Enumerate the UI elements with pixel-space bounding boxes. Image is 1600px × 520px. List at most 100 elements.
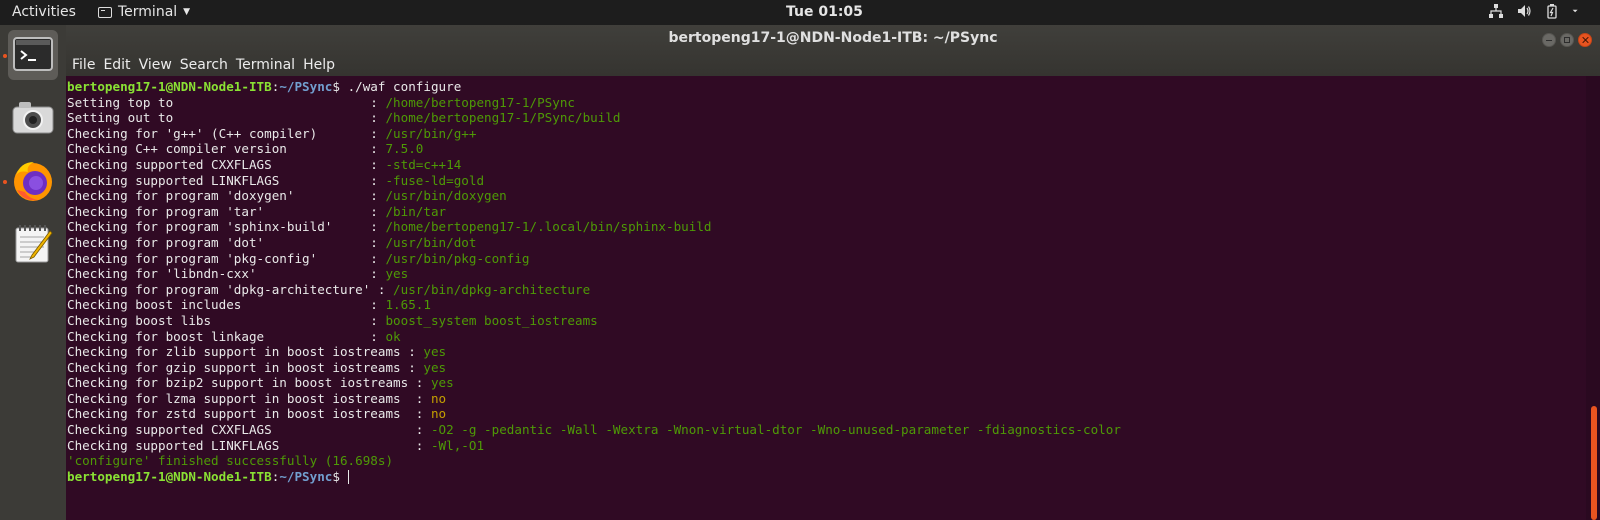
terminal-output[interactable]: bertopeng17-1@NDN-Node1-ITB:~/PSync$ ./w… <box>66 76 1586 520</box>
terminal-scrollbar[interactable] <box>1586 76 1600 520</box>
output-label: Checking for program 'dot' : <box>67 234 386 250</box>
output-lines: Setting top to : /home/bertopeng17-1/PSy… <box>67 95 1586 469</box>
output-line: Checking for boost linkage : ok <box>67 329 1586 345</box>
output-value: /usr/bin/g++ <box>385 125 477 141</box>
output-value: no <box>430 406 447 422</box>
output-value: /home/bertopeng17-1/PSync <box>385 94 576 110</box>
menu-bar: File Edit View Search Terminal Help <box>72 57 343 73</box>
output-label: Checking for boost linkage : <box>67 328 386 344</box>
close-button[interactable] <box>1578 33 1592 47</box>
output-label: Checking for program 'doxygen' : <box>67 188 386 204</box>
output-line: Checking for zstd support in boost iostr… <box>67 406 1586 422</box>
output-line: Checking for program 'doxygen' : /usr/bi… <box>67 188 1586 204</box>
firefox-icon <box>14 162 52 201</box>
output-line: Checking for 'g++' (C++ compiler) : /usr… <box>67 126 1586 142</box>
output-line: Checking for program 'dpkg-architecture'… <box>67 282 1586 298</box>
text-editor-icon <box>15 225 53 263</box>
output-label: Checking for program 'dpkg-architecture'… <box>67 281 394 297</box>
menu-view[interactable]: View <box>139 57 179 73</box>
dock-item-text-editor[interactable] <box>8 219 58 269</box>
prompt-user: bertopeng17-1@NDN-Node1-ITB <box>67 468 272 484</box>
output-line: Checking supported CXXFLAGS : -O2 -g -pe… <box>67 422 1586 438</box>
dock-item-screenshot[interactable] <box>8 93 58 143</box>
output-label: Checking for zstd support in boost iostr… <box>67 406 431 422</box>
output-value: yes <box>385 266 409 282</box>
output-line: Setting top to : /home/bertopeng17-1/PSy… <box>67 95 1586 111</box>
output-value: -std=c++14 <box>385 156 462 172</box>
prompt-line[interactable]: bertopeng17-1@NDN-Node1-ITB:~/PSync$ <box>67 469 1586 485</box>
output-label: Checking for lzma support in boost iostr… <box>67 390 431 406</box>
output-line: Checking supported LINKFLAGS : -Wl,-O1 <box>67 438 1586 454</box>
output-label: Checking for zlib support in boost iostr… <box>67 344 424 360</box>
output-value: yes <box>423 359 447 375</box>
app-menu[interactable]: Terminal ▼ <box>98 4 190 20</box>
output-value: ok <box>385 328 401 344</box>
output-label: Checking for gzip support in boost iostr… <box>67 359 424 375</box>
output-value: 7.5.0 <box>385 141 424 157</box>
output-label: Checking supported LINKFLAGS : <box>67 172 386 188</box>
system-tray[interactable] <box>1488 3 1582 19</box>
window-title: bertopeng17-1@NDN-Node1-ITB: ~/PSync <box>668 30 998 46</box>
window-header: bertopeng17-1@NDN-Node1-ITB: ~/PSync Fil… <box>66 25 1600 76</box>
window-controls <box>1542 33 1592 47</box>
dock-item-terminal[interactable] <box>8 30 58 80</box>
output-line: Setting out to : /home/bertopeng17-1/PSy… <box>67 110 1586 126</box>
text-cursor <box>347 470 349 485</box>
scrollbar-thumb[interactable] <box>1591 406 1597 520</box>
dock-item-firefox[interactable] <box>8 156 58 206</box>
output-line: Checking C++ compiler version : 7.5.0 <box>67 141 1586 157</box>
terminal-icon <box>13 37 53 71</box>
menu-search[interactable]: Search <box>180 57 235 73</box>
minimize-button[interactable] <box>1542 33 1556 47</box>
output-line: Checking for lzma support in boost iostr… <box>67 391 1586 407</box>
menu-terminal[interactable]: Terminal <box>236 57 302 73</box>
command-line: bertopeng17-1@NDN-Node1-ITB:~/PSync$ ./w… <box>67 79 1586 95</box>
output-value: boost_system boost_iostreams <box>385 312 598 328</box>
output-value: yes <box>423 344 447 360</box>
output-label: Checking supported LINKFLAGS : <box>67 437 431 453</box>
menu-file[interactable]: File <box>72 57 102 73</box>
menu-help[interactable]: Help <box>303 57 342 73</box>
output-value: /usr/bin/doxygen <box>385 188 507 204</box>
output-label: Checking supported CXXFLAGS : <box>67 422 431 438</box>
app-menu-label: Terminal <box>118 4 178 20</box>
output-value: /home/bertopeng17-1/.local/bin/sphinx-bu… <box>385 219 712 235</box>
battery-icon <box>1547 4 1557 19</box>
camera-icon <box>12 102 54 134</box>
output-line: Checking for bzip2 support in boost iost… <box>67 375 1586 391</box>
prompt-dollar: $ <box>332 468 348 484</box>
maximize-button[interactable] <box>1560 33 1574 47</box>
network-icon <box>1489 4 1503 18</box>
output-label: Checking for program 'pkg-config' : <box>67 250 386 266</box>
activities-button[interactable]: Activities <box>12 4 76 20</box>
output-line: Checking for gzip support in boost iostr… <box>67 360 1586 376</box>
output-label: Checking for program 'tar' : <box>67 203 386 219</box>
output-value: /home/bertopeng17-1/PSync/build <box>385 110 621 126</box>
output-label: Checking for 'g++' (C++ compiler) : <box>67 125 386 141</box>
output-value: /bin/tar <box>385 203 447 219</box>
dock <box>0 25 66 520</box>
output-label: Setting top to : <box>67 94 386 110</box>
output-line: Checking boost includes : 1.65.1 <box>67 297 1586 313</box>
menu-edit[interactable]: Edit <box>103 57 137 73</box>
chevron-down-icon: ▼ <box>183 7 191 17</box>
running-indicator <box>3 180 7 184</box>
output-line: Checking for program 'pkg-config' : /usr… <box>67 251 1586 267</box>
output-value: -fuse-ld=gold <box>385 172 485 188</box>
volume-icon <box>1518 5 1531 17</box>
top-bar: Activities Terminal ▼ Tue 01:05 <box>0 0 1600 25</box>
output-line: Checking supported LINKFLAGS : -fuse-ld=… <box>67 173 1586 189</box>
output-value: /usr/bin/dpkg-architecture <box>393 281 591 297</box>
prompt-path: ~/PSync <box>279 468 333 484</box>
prompt-user: bertopeng17-1@NDN-Node1-ITB <box>67 79 272 94</box>
output-line: Checking supported CXXFLAGS : -std=c++14 <box>67 157 1586 173</box>
output-label: Checking for 'libndn-cxx' : <box>67 266 386 282</box>
clock[interactable]: Tue 01:05 <box>786 4 863 20</box>
output-line: Checking boost libs : boost_system boost… <box>67 313 1586 329</box>
running-indicator <box>3 54 7 58</box>
output-line: Checking for zlib support in boost iostr… <box>67 344 1586 360</box>
output-label: Checking for program 'sphinx-build' : <box>67 219 386 235</box>
prompt-dollar: $ <box>332 79 348 94</box>
menu-caret-icon <box>1572 9 1578 13</box>
output-label: Checking for bzip2 support in boost iost… <box>67 375 431 391</box>
